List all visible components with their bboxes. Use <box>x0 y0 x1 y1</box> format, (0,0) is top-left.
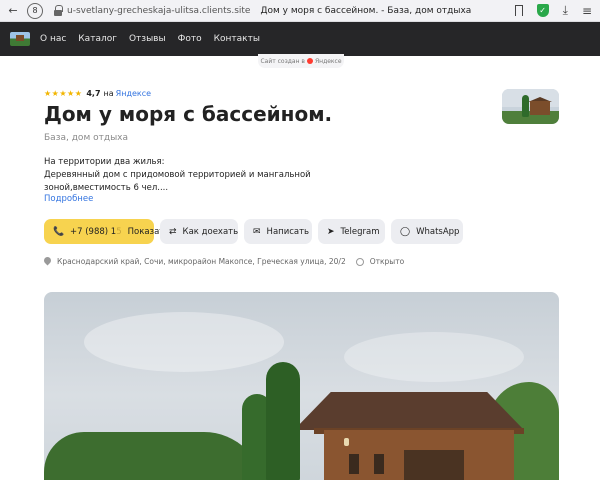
action-buttons: 📞 +7 (988) 1 5 Показать ⇄ Как доехать ✉ … <box>44 219 463 244</box>
phone-prefix: +7 (988) 1 <box>70 226 117 237</box>
menu-icon[interactable]: ≡ <box>582 4 592 18</box>
hero-cloud <box>344 332 524 382</box>
hero-lamp <box>344 438 349 446</box>
security-icon[interactable]: 8 <box>27 2 43 19</box>
page-subtitle: База, дом отдыха <box>44 133 129 143</box>
created-by-brand: Яндексе <box>314 57 342 65</box>
phone-hidden-digits: 5 <box>116 226 122 237</box>
rating-stars: ★★★★★ <box>44 89 83 98</box>
more-link[interactable]: Подробнее <box>44 194 93 204</box>
write-label: Написать <box>266 226 310 237</box>
nav-item-photo[interactable]: Фото <box>178 34 202 44</box>
mail-icon: ✉ <box>253 226 261 237</box>
download-icon[interactable]: ⤓ <box>563 3 568 18</box>
address-text[interactable]: Краснодарский край, Сочи, микрорайон Мак… <box>57 257 346 266</box>
description-line: На территории два жилья: <box>44 157 165 167</box>
phone-show-button[interactable]: 📞 +7 (988) 1 5 Показать <box>44 219 169 244</box>
rating: ★★★★★ 4,7 на Яндексе <box>44 89 151 98</box>
description: На территории два жилья: Деревянный дом … <box>44 156 311 195</box>
clock-icon <box>355 257 364 266</box>
hero-tree <box>266 362 300 480</box>
nav-item-catalog[interactable]: Каталог <box>78 34 117 44</box>
hero-roof <box>294 392 524 430</box>
rating-value: 4,7 <box>86 89 101 98</box>
address-row: Краснодарский край, Сочи, микрорайон Мак… <box>44 257 404 266</box>
hero-bushes <box>44 432 264 480</box>
telegram-icon: ➤ <box>327 226 335 237</box>
whatsapp-icon: ◯ <box>400 226 411 237</box>
nav-item-reviews[interactable]: Отзывы <box>129 34 166 44</box>
nav-item-contacts[interactable]: Контакты <box>214 34 260 44</box>
yandex-icon <box>306 58 313 64</box>
write-button[interactable]: ✉ Написать <box>244 219 312 244</box>
thumb-tree <box>522 95 529 117</box>
telegram-label: Telegram <box>340 226 380 237</box>
whatsapp-button[interactable]: ◯ WhatsApp <box>391 219 463 244</box>
nav-links: О нас Каталог Отзывы Фото Контакты <box>40 34 260 44</box>
hero-door <box>404 450 464 480</box>
address-bar-url[interactable]: u-svetlany-grecheskaja-ulitsa.clients.si… <box>67 6 250 16</box>
shield-icon[interactable]: ✓ <box>536 4 549 17</box>
thumb-house <box>530 101 550 115</box>
location-pin-icon <box>44 257 51 266</box>
telegram-button[interactable]: ➤ Telegram <box>318 219 385 244</box>
page-tab-title: Дом у моря с бассейном. - База, дом отды… <box>260 5 472 16</box>
route-label: Как доехать <box>182 226 239 237</box>
phone-icon: 📞 <box>53 226 65 237</box>
browser-right-icons: ✓ ⤓ ≡ <box>514 3 592 18</box>
lock-icon[interactable] <box>53 4 63 17</box>
created-by-badge[interactable]: Сайт создан в Яндексе <box>258 54 344 68</box>
bookmark-icon[interactable] <box>514 5 523 16</box>
rating-on: на <box>103 89 114 98</box>
hero-photo[interactable] <box>44 292 559 480</box>
thumbnail-photo[interactable] <box>502 89 559 124</box>
route-button[interactable]: ⇄ Как доехать <box>160 219 238 244</box>
page-title: Дом у моря с бассейном. <box>44 102 333 126</box>
browser-toolbar: ← 8 u-svetlany-grecheskaja-ulitsa.client… <box>0 0 600 22</box>
open-status[interactable]: Открыто <box>370 257 404 266</box>
description-line: Деревянный дом с придомовой территорией … <box>44 170 311 180</box>
site-nav: О нас Каталог Отзывы Фото Контакты <box>0 22 600 56</box>
whatsapp-label: WhatsApp <box>416 226 460 237</box>
hero-window <box>374 454 384 474</box>
back-icon[interactable]: ← <box>5 3 21 19</box>
hero-cloud <box>84 312 284 372</box>
rating-source-link[interactable]: Яндексе <box>116 89 151 98</box>
nav-item-about[interactable]: О нас <box>40 34 66 44</box>
hero-window <box>349 454 359 474</box>
route-icon: ⇄ <box>169 226 177 237</box>
created-by-text: Сайт создан в <box>260 57 305 65</box>
site-logo[interactable] <box>10 32 30 46</box>
